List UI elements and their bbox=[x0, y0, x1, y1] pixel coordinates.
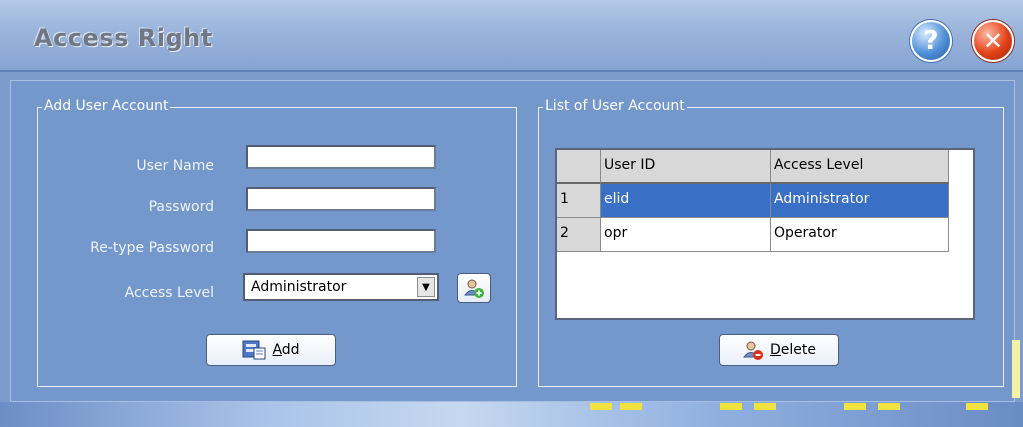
user-list-legend: List of User Account bbox=[543, 98, 687, 114]
delete-user-icon bbox=[742, 341, 763, 360]
decorative-light bbox=[754, 403, 776, 410]
access-level-label: Access Level bbox=[124, 285, 214, 301]
decorative-light bbox=[966, 403, 988, 410]
decorative-edge bbox=[1012, 340, 1020, 398]
background-strip bbox=[0, 402, 1023, 427]
decorative-light bbox=[720, 403, 742, 410]
access-level-select[interactable]: Administrator ▼ bbox=[243, 273, 439, 301]
row-index: 1 bbox=[557, 184, 601, 218]
retype-password-label: Re-type Password bbox=[90, 240, 214, 256]
decorative-light bbox=[590, 403, 612, 410]
dropdown-arrow-icon[interactable]: ▼ bbox=[417, 277, 435, 297]
help-button[interactable]: ? bbox=[910, 20, 952, 62]
column-header-access-level[interactable]: Access Level bbox=[771, 150, 949, 184]
retype-password-input[interactable] bbox=[246, 229, 436, 253]
password-input[interactable] bbox=[246, 187, 436, 211]
row-index: 2 bbox=[557, 218, 601, 252]
decorative-light bbox=[620, 403, 642, 410]
add-user-icon bbox=[463, 279, 484, 298]
table-row[interactable]: 1 elid Administrator bbox=[557, 184, 949, 218]
delete-button[interactable]: Delete bbox=[719, 334, 839, 366]
column-header-index bbox=[557, 150, 601, 184]
column-header-user-id[interactable]: User ID bbox=[601, 150, 771, 184]
user-name-label: User Name bbox=[136, 158, 214, 174]
add-record-icon bbox=[242, 340, 266, 360]
window-title: Access Right bbox=[34, 24, 213, 52]
add-user-legend: Add User Account bbox=[42, 98, 171, 114]
access-level-value: Administrator bbox=[251, 279, 347, 295]
table-row[interactable]: 2 opr Operator bbox=[557, 218, 949, 252]
add-user-icon-button[interactable] bbox=[457, 273, 491, 303]
user-name-input[interactable] bbox=[246, 145, 436, 169]
close-icon: ✕ bbox=[982, 27, 1004, 55]
row-user-id[interactable]: elid bbox=[601, 184, 771, 218]
add-button[interactable]: Add bbox=[206, 334, 336, 366]
row-access-level[interactable]: Administrator bbox=[771, 184, 949, 218]
add-button-label: Add bbox=[272, 342, 300, 358]
password-label: Password bbox=[148, 199, 214, 215]
decorative-light bbox=[844, 403, 866, 410]
row-access-level[interactable]: Operator bbox=[771, 218, 949, 252]
row-user-id[interactable]: opr bbox=[601, 218, 771, 252]
user-table[interactable]: User ID Access Level 1 elid Administrato… bbox=[555, 148, 975, 320]
close-button[interactable]: ✕ bbox=[972, 20, 1014, 62]
decorative-light bbox=[878, 403, 900, 410]
title-bar: Access Right ? ✕ bbox=[0, 0, 1023, 72]
delete-button-label: Delete bbox=[770, 342, 816, 358]
help-icon: ? bbox=[923, 26, 939, 56]
table-header-row: User ID Access Level bbox=[557, 150, 949, 184]
